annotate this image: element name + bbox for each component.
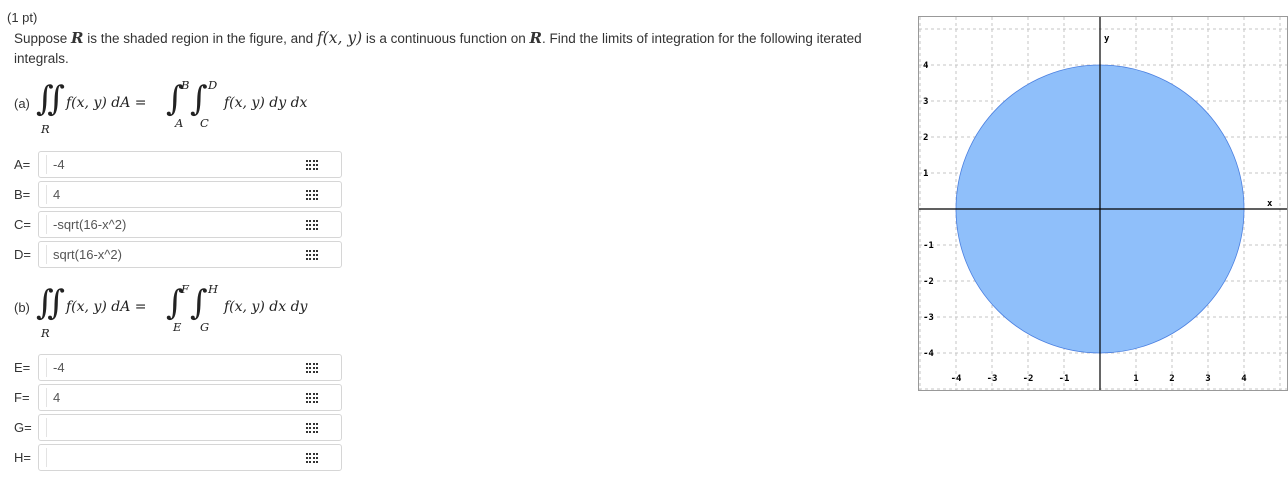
inner-integral-sign: ∫ <box>190 283 208 323</box>
y-tick-label: -4 <box>923 349 934 359</box>
equation-editor-icon[interactable] <box>306 160 318 170</box>
iterated-integrand: f(x, y) dx dy <box>224 299 308 315</box>
inner-upper-limit: D <box>208 78 218 92</box>
iterated-integrand: f(x, y) dy dx <box>224 95 308 111</box>
y-tick-label: 2 <box>923 133 928 143</box>
field-divider <box>46 215 47 234</box>
field-divider <box>46 418 47 437</box>
points-label: (1 pt) <box>7 10 38 25</box>
answer-input-D[interactable] <box>53 243 298 266</box>
graph-canvas: -4 -3 -2 -1 1 2 3 4 4 3 2 1 -1 -2 -3 -4 x y <box>918 16 1288 391</box>
part-a-integral: ∬ R f(x, y) dA = ∫ B A ∫ D C f(x, y) dy … <box>36 78 336 138</box>
outer-upper-limit: B <box>181 78 190 92</box>
x-tick-label: 1 <box>1133 374 1138 384</box>
function-symbol: f(x, y) <box>316 29 363 47</box>
equation-editor-icon[interactable] <box>306 190 318 200</box>
field-divider <box>46 448 47 467</box>
x-tick-label: 3 <box>1205 374 1210 384</box>
answer-box-H <box>38 444 342 471</box>
answer-input-A[interactable] <box>53 153 298 176</box>
field-divider <box>46 245 47 264</box>
y-tick-label: -2 <box>923 277 934 287</box>
answer-input-C[interactable] <box>53 213 298 236</box>
double-integral-sign: ∬ <box>36 283 65 323</box>
answer-label-A: A= <box>14 157 31 172</box>
inner-integral-sign: ∫ <box>190 79 208 119</box>
field-divider <box>46 388 47 407</box>
answer-label-D: D= <box>14 247 31 262</box>
y-tick-label: 3 <box>923 97 928 107</box>
y-tick-label: 4 <box>923 61 929 71</box>
answer-input-E[interactable] <box>53 356 298 379</box>
answer-label-B: B= <box>14 187 31 202</box>
answer-input-H[interactable] <box>53 446 298 469</box>
inner-lower-limit: C <box>200 116 209 130</box>
answer-box-G <box>38 414 342 441</box>
outer-lower-limit: E <box>173 320 182 334</box>
x-tick-label: -4 <box>951 374 962 384</box>
double-integral-sign: ∬ <box>36 79 65 119</box>
y-tick-label: 1 <box>923 169 928 179</box>
equation-editor-icon[interactable] <box>306 453 318 463</box>
y-axis-label: y <box>1104 34 1110 44</box>
x-tick-label: 4 <box>1241 374 1247 384</box>
x-axis-label: x <box>1267 199 1273 209</box>
prompt-text-3: is a continuous function on <box>362 31 530 46</box>
answer-input-G[interactable] <box>53 416 298 439</box>
equation-editor-icon[interactable] <box>306 423 318 433</box>
x-tick-label: -1 <box>1059 374 1070 384</box>
equation-editor-icon[interactable] <box>306 220 318 230</box>
answer-box-F <box>38 384 342 411</box>
answer-box-E <box>38 354 342 381</box>
equation-editor-icon[interactable] <box>306 363 318 373</box>
field-divider <box>46 358 47 377</box>
outer-upper-limit: F <box>181 282 189 296</box>
inner-upper-limit: H <box>208 282 219 296</box>
y-tick-label: -1 <box>923 241 934 251</box>
answer-label-C: C= <box>14 217 31 232</box>
field-divider <box>46 155 47 174</box>
answer-box-A <box>38 151 342 178</box>
prompt-text-1: Suppose <box>14 31 72 46</box>
answer-label-F: F= <box>14 390 30 405</box>
x-tick-label: -3 <box>987 374 998 384</box>
outer-lower-limit: A <box>175 116 184 130</box>
answer-label-G: G= <box>14 420 32 435</box>
inner-lower-limit: G <box>200 320 210 334</box>
x-tick-label: -2 <box>1023 374 1034 384</box>
answer-box-D <box>38 241 342 268</box>
equation-editor-icon[interactable] <box>306 250 318 260</box>
field-divider <box>46 185 47 204</box>
part-a-label: (a) <box>14 96 30 111</box>
part-b-label: (b) <box>14 300 30 315</box>
answer-label-E: E= <box>14 360 31 375</box>
equation-editor-icon[interactable] <box>306 393 318 403</box>
integrand-left: f(x, y) dA = <box>66 95 147 111</box>
problem-prompt: Suppose R is the shaded region in the fi… <box>14 28 884 69</box>
part-b-integral: ∬ R f(x, y) dA = ∫ F E ∫ H G f(x, y) dx … <box>36 282 336 342</box>
region-symbol-2: R <box>529 29 542 47</box>
integrand-left: f(x, y) dA = <box>66 299 147 315</box>
region-symbol: R <box>71 29 84 47</box>
answer-box-C <box>38 211 342 238</box>
region-subscript: R <box>41 122 50 136</box>
prompt-text-2: is the shaded region in the figure, and <box>83 31 317 46</box>
answer-input-B[interactable] <box>53 183 298 206</box>
region-subscript: R <box>41 326 50 340</box>
answer-box-B <box>38 181 342 208</box>
answer-label-H: H= <box>14 450 31 465</box>
answer-input-F[interactable] <box>53 386 298 409</box>
x-tick-label: 2 <box>1169 374 1174 384</box>
region-graph: -4 -3 -2 -1 1 2 3 4 4 3 2 1 -1 -2 -3 -4 x y <box>918 16 1288 391</box>
y-tick-label: -3 <box>923 313 934 323</box>
